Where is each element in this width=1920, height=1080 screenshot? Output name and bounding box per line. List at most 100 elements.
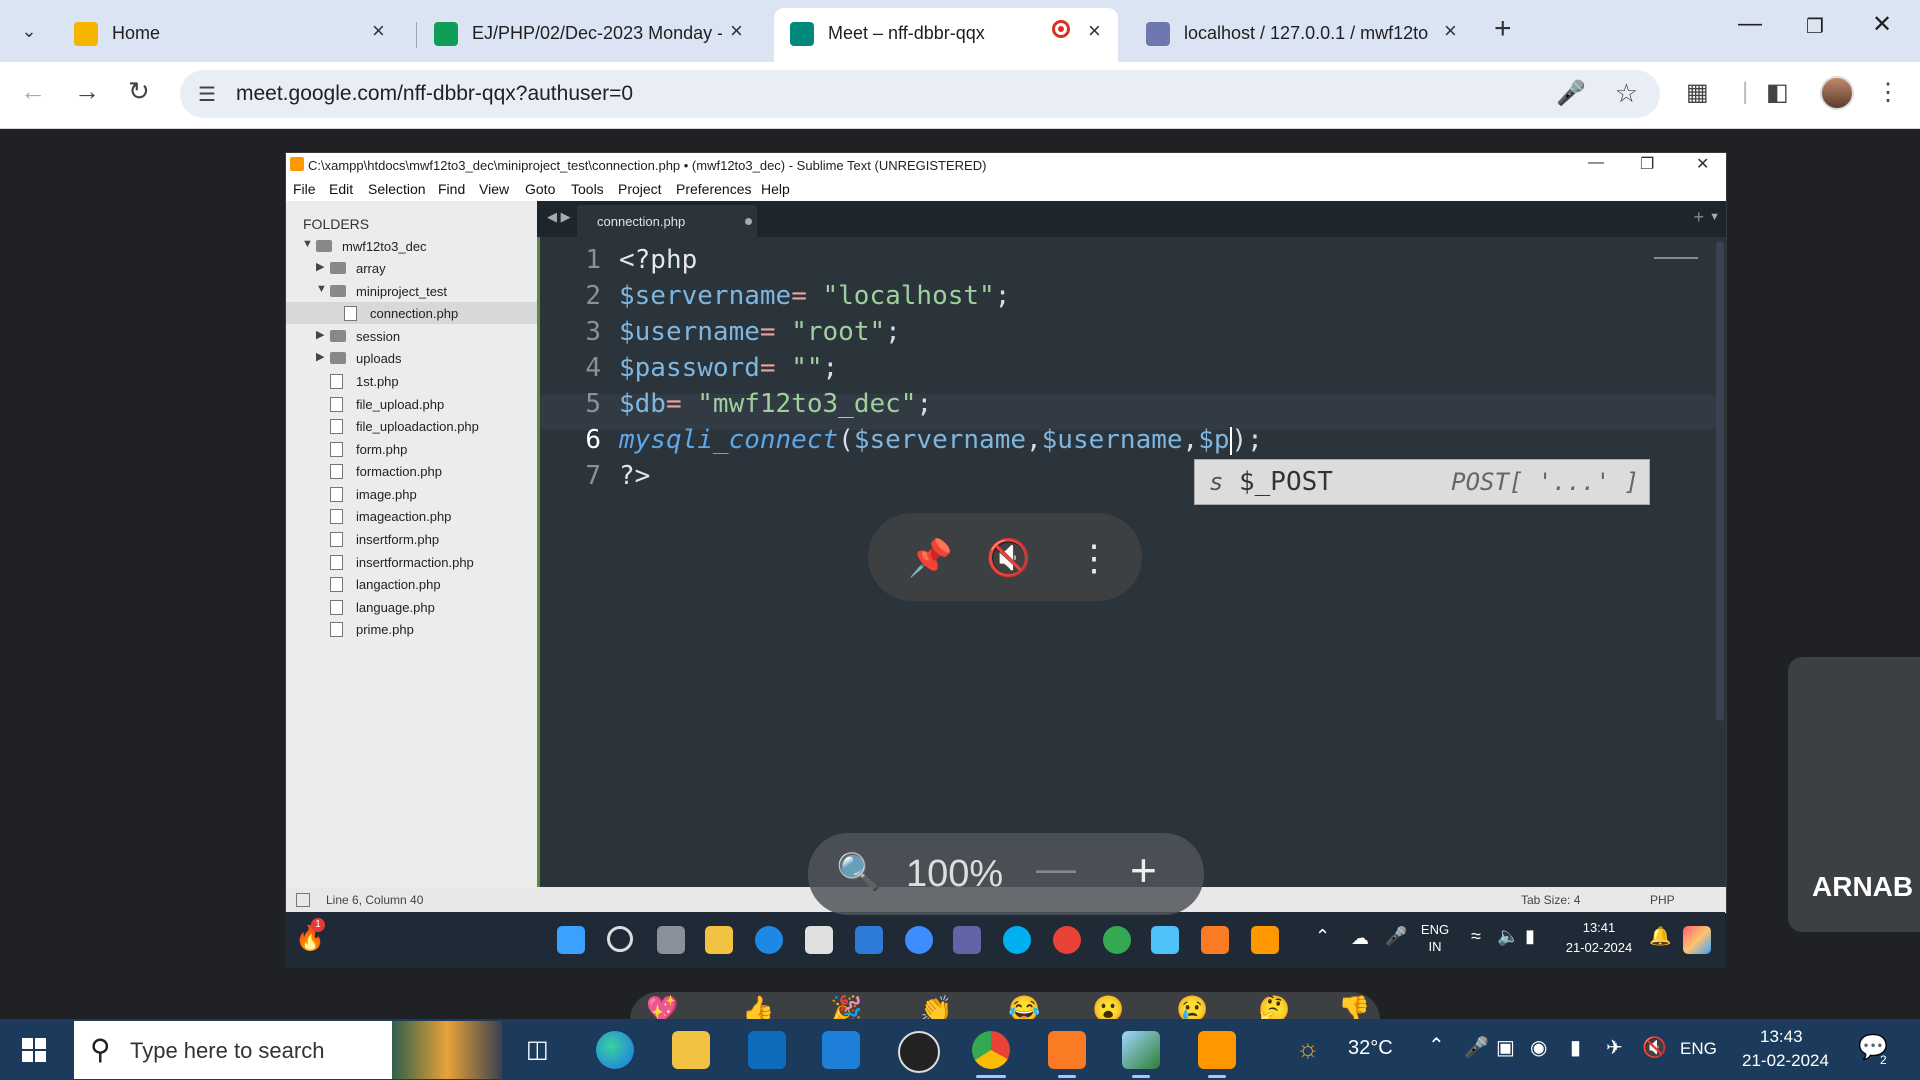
menu-file[interactable]: File xyxy=(293,181,316,197)
microphone-icon[interactable]: 🎤 xyxy=(1464,1035,1489,1060)
folder-item[interactable]: ▼ miniproject_test xyxy=(286,280,537,302)
microsoft-store-icon[interactable] xyxy=(748,1031,786,1069)
edge-icon[interactable] xyxy=(596,1031,634,1069)
menu-preferences[interactable]: Preferences xyxy=(676,181,751,197)
restore-button[interactable]: ❐ xyxy=(1806,14,1824,39)
file-item[interactable]: image.php xyxy=(286,483,537,505)
tab-connection-php[interactable]: connection.php xyxy=(577,205,757,237)
forward-button[interactable]: → xyxy=(74,76,100,107)
mute-icon[interactable]: 🔇 xyxy=(1642,1035,1667,1060)
tab-home[interactable]: Home × xyxy=(58,8,402,62)
back-button[interactable]: ← xyxy=(20,76,46,107)
minimap[interactable] xyxy=(1654,243,1698,259)
tab-sheet[interactable]: EJ/PHP/02/Dec-2023 Monday - × xyxy=(418,8,760,62)
file-item[interactable]: insertformaction.php xyxy=(286,551,537,573)
file-item[interactable]: insertform.php xyxy=(286,528,537,550)
heart-emoji-icon[interactable]: 💖 xyxy=(646,994,678,1020)
thumbs-up-emoji-icon[interactable]: 👍 xyxy=(742,994,774,1020)
dell-icon[interactable] xyxy=(898,1031,940,1073)
file-item[interactable]: 1st.php xyxy=(286,370,537,392)
url-text[interactable]: meet.google.com/nff-dbbr-qqx?authuser=0 xyxy=(236,82,633,106)
participant-tile[interactable]: ARNAB xyxy=(1788,657,1920,932)
extensions-icon[interactable]: ▦ xyxy=(1686,78,1709,107)
bookmark-star-icon[interactable]: ☆ xyxy=(1615,78,1638,109)
close-window-button[interactable]: ✕ xyxy=(1872,10,1892,39)
thumbs-down-emoji-icon[interactable]: 👎 xyxy=(1338,994,1370,1020)
file-item[interactable]: langaction.php xyxy=(286,573,537,595)
menu-tools[interactable]: Tools xyxy=(571,181,604,197)
menu-project[interactable]: Project xyxy=(618,181,662,197)
taskbar-search-box[interactable]: ⚲ Type here to search xyxy=(74,1021,502,1079)
syntax-mode[interactable]: PHP xyxy=(1650,893,1675,907)
thinking-emoji-icon[interactable]: 🤔 xyxy=(1258,994,1290,1020)
menu-find[interactable]: Find xyxy=(438,181,465,197)
site-info-icon[interactable]: ☰ xyxy=(198,82,216,107)
minimize-button[interactable]: — xyxy=(1588,154,1604,172)
file-item[interactable]: formaction.php xyxy=(286,460,537,482)
folder-item[interactable]: ▶ uploads xyxy=(286,347,537,369)
address-bar[interactable]: ☰ meet.google.com/nff-dbbr-qqx?authuser=… xyxy=(180,70,1660,118)
menu-edit[interactable]: Edit xyxy=(329,181,353,197)
clock-time[interactable]: 13:43 xyxy=(1760,1027,1803,1047)
scrollbar[interactable] xyxy=(1716,241,1724,721)
autocomplete-popup[interactable]: s $_POST POST[ '...' ] xyxy=(1194,459,1650,505)
menu-icon[interactable]: ⋮ xyxy=(1876,78,1900,107)
new-tab-button[interactable]: + xyxy=(1494,12,1512,46)
chrome-icon[interactable] xyxy=(972,1031,1010,1069)
file-item[interactable]: imageaction.php xyxy=(286,505,537,527)
more-options-icon[interactable]: ⋮ xyxy=(1076,537,1112,579)
zoom-minus-button[interactable]: — xyxy=(1036,847,1076,892)
surprised-emoji-icon[interactable]: 😮 xyxy=(1092,994,1124,1020)
battery-icon[interactable]: ▮ xyxy=(1570,1035,1581,1060)
file-item[interactable]: prime.php xyxy=(286,618,537,640)
unpin-icon[interactable]: 📌 xyxy=(908,537,953,579)
tab-nav-arrows-icon[interactable]: ◀ ▶ xyxy=(547,209,571,225)
clap-emoji-icon[interactable]: 👏 xyxy=(920,994,952,1020)
weather-icon[interactable]: ☼ xyxy=(1296,1033,1320,1064)
menu-selection[interactable]: Selection xyxy=(368,181,426,197)
tab-size[interactable]: Tab Size: 4 xyxy=(1521,893,1580,907)
chevron-down-icon[interactable]: ▼ xyxy=(1709,211,1720,223)
menu-goto[interactable]: Goto xyxy=(525,181,555,197)
chevron-up-icon[interactable]: ⌃ xyxy=(1428,1033,1445,1058)
panel-toggle-icon[interactable] xyxy=(296,893,310,907)
folder-item[interactable]: ▶ array xyxy=(286,257,537,279)
side-panel-icon[interactable]: ◧ xyxy=(1766,78,1789,107)
close-icon[interactable]: × xyxy=(1088,18,1101,44)
autocomplete-item[interactable]: $_POST xyxy=(1239,467,1333,497)
folder-item[interactable]: ▼ mwf12to3_dec xyxy=(286,235,537,257)
file-item[interactable]: file_uploadaction.php xyxy=(286,415,537,437)
close-button[interactable]: ✕ xyxy=(1696,154,1709,174)
file-explorer-icon[interactable] xyxy=(672,1031,710,1069)
screen-share-icon[interactable]: ▣ xyxy=(1496,1035,1515,1060)
minimize-button[interactable]: — xyxy=(1738,10,1762,38)
windows-start-button[interactable] xyxy=(22,1038,46,1062)
mail-icon[interactable] xyxy=(822,1031,860,1069)
tab-phpmyadmin[interactable]: localhost / 127.0.0.1 / mwf12to × xyxy=(1130,8,1474,62)
xampp-icon[interactable] xyxy=(1048,1031,1086,1069)
folder-item[interactable]: ▶ session xyxy=(286,325,537,347)
close-icon[interactable]: × xyxy=(730,18,743,44)
language-indicator[interactable]: ENG xyxy=(1680,1039,1717,1059)
close-icon[interactable]: × xyxy=(372,18,385,44)
new-file-icon[interactable]: + xyxy=(1693,207,1704,228)
tab-search-icon[interactable]: ⌄ xyxy=(10,14,48,48)
party-emoji-icon[interactable]: 🎉 xyxy=(830,994,862,1020)
reload-button[interactable]: ↻ xyxy=(128,76,150,107)
microphone-icon[interactable]: 🎤 xyxy=(1556,79,1586,108)
tab-meet[interactable]: Meet – nff-dbbr-qqx × xyxy=(774,8,1118,62)
notepad-icon[interactable] xyxy=(1122,1031,1160,1069)
file-item[interactable]: form.php xyxy=(286,438,537,460)
airplane-mode-icon[interactable]: ✈ xyxy=(1606,1035,1623,1060)
camera-icon[interactable]: ◉ xyxy=(1530,1035,1547,1060)
weather-temp[interactable]: 32°C xyxy=(1348,1037,1393,1060)
clock-date[interactable]: 21-02-2024 xyxy=(1742,1051,1829,1071)
file-item-selected[interactable]: connection.php xyxy=(286,302,537,324)
close-icon[interactable]: × xyxy=(1444,18,1457,44)
profile-avatar[interactable] xyxy=(1820,76,1854,110)
zoom-plus-button[interactable]: + xyxy=(1130,843,1157,897)
menu-view[interactable]: View xyxy=(479,181,509,197)
file-item[interactable]: file_upload.php xyxy=(286,393,537,415)
menu-help[interactable]: Help xyxy=(761,181,790,197)
file-item[interactable]: language.php xyxy=(286,596,537,618)
